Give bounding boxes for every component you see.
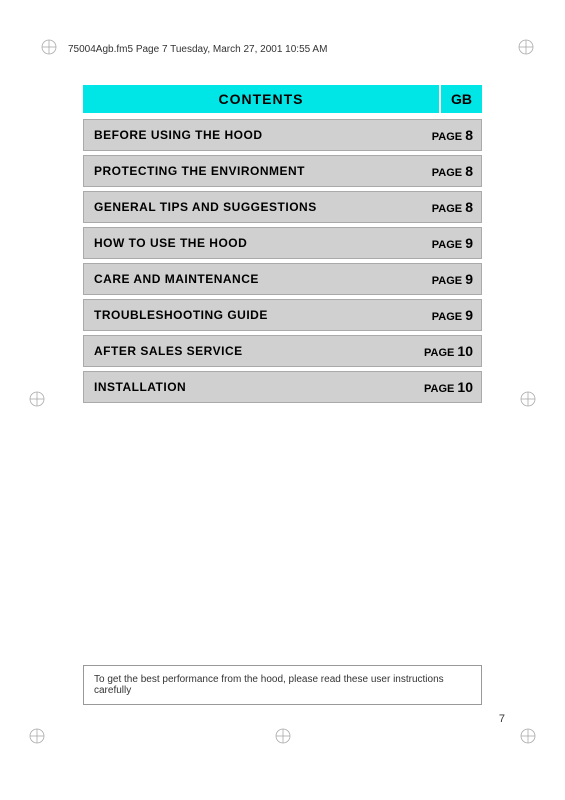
toc-row: PROTECTING THE ENVIRONMENTPAGE 8 xyxy=(83,155,482,187)
crosshair-bottom-right xyxy=(519,727,537,745)
toc-row-page: PAGE 8 xyxy=(421,192,481,222)
crosshair-bottom-left xyxy=(28,727,46,745)
toc-row-label: HOW TO USE THE HOOD xyxy=(84,229,421,257)
toc-row-page: PAGE 9 xyxy=(421,300,481,330)
toc-row-page-num: 10 xyxy=(457,343,473,359)
toc-row-page: PAGE 8 xyxy=(421,156,481,186)
toc-row-page-num: 10 xyxy=(457,379,473,395)
toc-row: CARE AND MAINTENANCEPAGE 9 xyxy=(83,263,482,295)
footer-note-box: To get the best performance from the hoo… xyxy=(83,665,482,705)
toc-row-label: PROTECTING THE ENVIRONMENT xyxy=(84,157,421,185)
contents-title: CONTENTS xyxy=(83,85,439,113)
toc-row: HOW TO USE THE HOODPAGE 9 xyxy=(83,227,482,259)
toc-table: BEFORE USING THE HOODPAGE 8PROTECTING TH… xyxy=(83,119,482,403)
toc-row-page: PAGE 10 xyxy=(416,372,481,402)
contents-gb-label: GB xyxy=(441,85,482,113)
crosshair-middle-right xyxy=(519,390,537,408)
toc-row-page-num: 9 xyxy=(465,307,473,323)
toc-row-page-num: 8 xyxy=(465,163,473,179)
toc-row: GENERAL TIPS AND SUGGESTIONSPAGE 8 xyxy=(83,191,482,223)
toc-row-label: CARE AND MAINTENANCE xyxy=(84,265,421,293)
toc-row-page-num: 9 xyxy=(465,271,473,287)
toc-row: AFTER SALES SERVICEPAGE 10 xyxy=(83,335,482,367)
toc-row-label: BEFORE USING THE HOOD xyxy=(84,121,421,149)
toc-row-page-num: 8 xyxy=(465,199,473,215)
crosshair-top-left xyxy=(40,38,58,56)
footer-note-text: To get the best performance from the hoo… xyxy=(94,674,444,696)
crosshair-bottom-middle xyxy=(274,727,292,745)
crosshair-top-right xyxy=(517,38,535,56)
toc-row-label: AFTER SALES SERVICE xyxy=(84,337,416,365)
toc-row: INSTALLATIONPAGE 10 xyxy=(83,371,482,403)
toc-row-page: PAGE 9 xyxy=(421,228,481,258)
page-number: 7 xyxy=(499,713,505,725)
header-text: 75004Agb.fm5 Page 7 Tuesday, March 27, 2… xyxy=(68,44,327,55)
toc-row: TROUBLESHOOTING GUIDEPAGE 9 xyxy=(83,299,482,331)
toc-row-label: GENERAL TIPS AND SUGGESTIONS xyxy=(84,193,421,221)
crosshair-middle-left xyxy=(28,390,46,408)
toc-row-page: PAGE 9 xyxy=(421,264,481,294)
toc-row-page-num: 9 xyxy=(465,235,473,251)
toc-row-page-num: 8 xyxy=(465,127,473,143)
toc-row: BEFORE USING THE HOODPAGE 8 xyxy=(83,119,482,151)
page: 75004Agb.fm5 Page 7 Tuesday, March 27, 2… xyxy=(0,0,565,800)
toc-row-page: PAGE 8 xyxy=(421,120,481,150)
toc-row-label: TROUBLESHOOTING GUIDE xyxy=(84,301,421,329)
toc-row-page: PAGE 10 xyxy=(416,336,481,366)
toc-row-label: INSTALLATION xyxy=(84,373,416,401)
contents-header: CONTENTS GB xyxy=(83,85,482,113)
content-area: CONTENTS GB BEFORE USING THE HOODPAGE 8P… xyxy=(83,85,482,407)
